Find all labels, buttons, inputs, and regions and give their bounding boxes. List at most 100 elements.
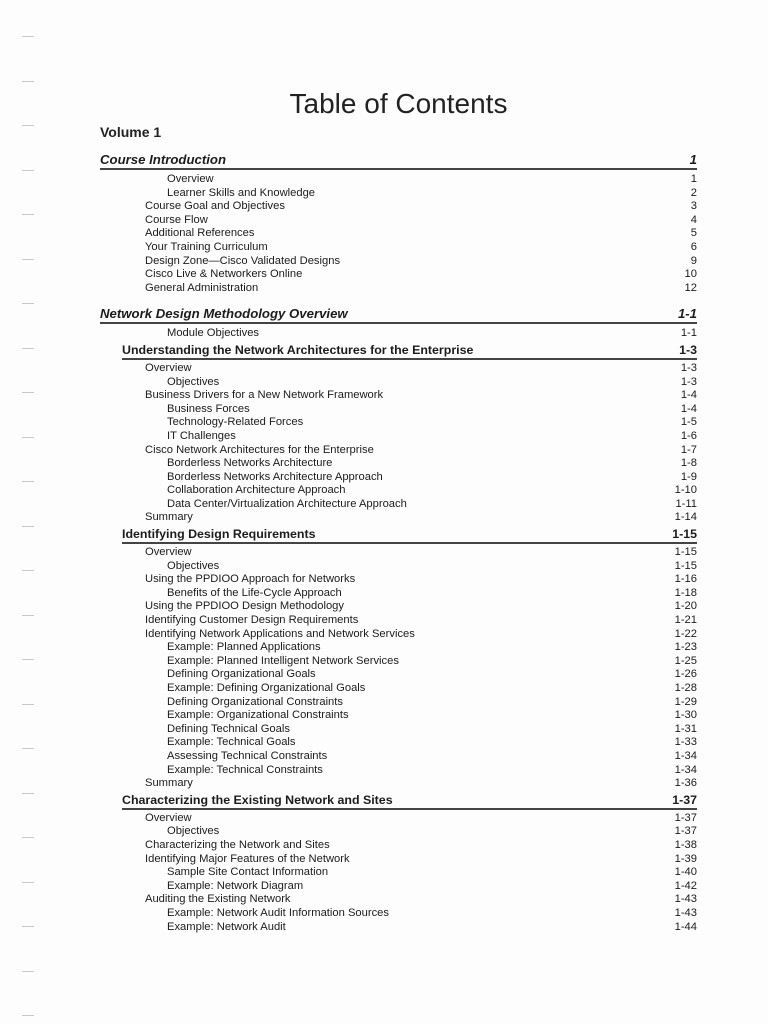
toc-entry-title: Learner Skills and Knowledge — [167, 186, 316, 199]
toc-lesson-heading[interactable]: Characterizing the Existing Network and … — [122, 793, 697, 810]
toc-entry-title: Course Goal and Objectives — [145, 200, 285, 213]
toc-page-number: 1-1 — [680, 327, 697, 340]
toc-page-number: 1-4 — [680, 402, 697, 415]
margin-mark — [22, 392, 34, 393]
toc-entry[interactable]: Characterizing the Network and Sites 1-38 — [100, 839, 697, 853]
margin-mark — [22, 481, 34, 482]
toc-entry[interactable]: Module Objectives 1-1 — [100, 327, 697, 341]
toc-lesson-heading[interactable]: Understanding the Network Architectures … — [122, 343, 697, 360]
margin-mark — [22, 36, 34, 37]
toc-entry[interactable]: Benefits of the Life-Cycle Approach 1-18 — [100, 587, 697, 601]
margin-mark — [22, 748, 34, 749]
toc-entry[interactable]: General Administration 12 — [100, 282, 697, 296]
margin-mark — [22, 970, 34, 972]
toc-entry[interactable]: Assessing Technical Constraints 1-34 — [100, 750, 697, 764]
toc-entry-title: Data Center/Virtualization Architecture … — [167, 497, 407, 510]
toc-entry-title: Auditing the Existing Network — [145, 893, 291, 906]
toc-page-number: 1-3 — [679, 342, 697, 357]
toc-entry[interactable]: Business Drivers for a New Network Frame… — [100, 389, 697, 403]
toc-entry-title: Module Objectives — [167, 327, 260, 340]
toc-page-number: 1-6 — [680, 429, 697, 442]
toc-entry[interactable]: Example: Technical Constraints 1-34 — [100, 764, 697, 778]
toc-page-number: 1-15 — [672, 527, 697, 542]
toc-entry[interactable]: Additional References 5 — [100, 227, 697, 241]
toc-entry[interactable]: Using the PPDIOO Design Methodology 1-20 — [100, 600, 697, 614]
toc-entry-title: Example: Planned Applications — [167, 641, 321, 654]
toc-entry[interactable]: Sample Site Contact Information 1-40 — [100, 866, 697, 880]
margin-mark — [22, 570, 34, 571]
toc-entry[interactable]: Objectives 1-3 — [100, 376, 697, 390]
toc-entry[interactable]: Objectives 1-37 — [100, 825, 697, 839]
toc-entry[interactable]: Example: Network Diagram 1-42 — [100, 880, 697, 894]
toc-page-number: 1-37 — [672, 792, 697, 807]
toc-entry[interactable]: Objectives 1-15 — [100, 560, 697, 574]
toc-entry-title: Borderless Networks Architecture — [167, 457, 333, 470]
binder-margin-marks — [0, 0, 40, 1024]
toc-entry-title: Example: Technical Goals — [167, 736, 296, 749]
toc-entry-title: Defining Organizational Goals — [167, 668, 316, 681]
toc-entry[interactable]: Borderless Networks Architecture 1-8 — [100, 457, 697, 471]
toc-page-number: 1-11 — [675, 497, 697, 510]
toc-entry[interactable]: Example: Organizational Constraints 1-30 — [100, 709, 697, 723]
toc-entry[interactable]: Summary 1-14 — [100, 511, 697, 525]
toc-entry[interactable]: Example: Network Audit 1-44 — [100, 921, 697, 935]
toc-entry[interactable]: Overview 1-15 — [100, 546, 697, 560]
toc-entry[interactable]: Example: Technical Goals 1-33 — [100, 736, 697, 750]
margin-mark — [22, 169, 34, 171]
toc-entry-title: Identifying Network Applications and Net… — [145, 627, 415, 640]
toc-entry[interactable]: Identifying Customer Design Requirements… — [100, 614, 697, 628]
toc-entry[interactable]: Using the PPDIOO Approach for Networks 1-… — [100, 573, 697, 587]
toc-entry-title: Borderless Networks Architecture Approac… — [167, 470, 383, 483]
margin-mark — [22, 347, 34, 349]
toc-entry-title: Cisco Network Architectures for the Ente… — [145, 443, 374, 456]
toc-entry[interactable]: Course Flow 4 — [100, 214, 697, 228]
toc-entry[interactable]: Technology-Related Forces 1-5 — [100, 416, 697, 430]
toc-entry[interactable]: Overview 1-37 — [100, 812, 697, 826]
toc-entry[interactable]: Example: Planned Applications 1-23 — [100, 641, 697, 655]
toc-entry[interactable]: Overview 1-3 — [100, 362, 697, 376]
toc-page-number: 1-16 — [674, 573, 697, 586]
toc-list: Course Introduction 1 Overview 1 Learner Ski… — [100, 147, 697, 934]
toc-entry[interactable]: Overview 1 — [100, 173, 697, 187]
toc-entry[interactable]: Example: Planned Intelligent Network Ser… — [100, 655, 697, 669]
toc-entry[interactable]: Business Forces 1-4 — [100, 403, 697, 417]
toc-page-number: 1-43 — [674, 906, 697, 919]
toc-entry[interactable]: Summary 1-36 — [100, 777, 697, 791]
toc-page-number: 1 — [690, 173, 697, 185]
toc-entry[interactable]: Cisco Live & Networkers Online 10 — [100, 268, 697, 282]
toc-entry[interactable]: Collaboration Architecture Approach 1-10 — [100, 484, 697, 498]
margin-mark — [22, 703, 34, 705]
margin-mark — [22, 525, 34, 527]
toc-page-number: 1-29 — [674, 695, 697, 708]
toc-entry[interactable]: IT Challenges 1-6 — [100, 430, 697, 444]
toc-entry[interactable]: Example: Network Audit Information Sourc… — [100, 907, 697, 921]
toc-module-heading[interactable]: Course Introduction 1 — [100, 151, 697, 170]
toc-entry[interactable]: Example: Defining Organizational Goals 1-… — [100, 682, 697, 696]
toc-entry[interactable]: Defining Organizational Goals 1-26 — [100, 668, 697, 682]
toc-entry[interactable]: Defining Organizational Constraints 1-29 — [100, 696, 697, 710]
toc-entry[interactable]: Data Center/Virtualization Architecture … — [100, 498, 697, 512]
toc-page-number: 1-3 — [680, 375, 697, 388]
toc-entry-title: Identifying Customer Design Requirements — [145, 614, 359, 627]
toc-entry[interactable]: Design Zone—Cisco Validated Designs 9 — [100, 255, 697, 269]
toc-entry[interactable]: Auditing the Existing Network 1-43 — [100, 893, 697, 907]
toc-page-number: 1-36 — [674, 777, 697, 790]
toc-entry[interactable]: Your Training Curriculum 6 — [100, 241, 697, 255]
toc-page-number: 1-20 — [674, 600, 697, 613]
toc-module-heading[interactable]: Network Design Methodology Overview 1-1 — [100, 305, 697, 325]
toc-entry[interactable]: Identifying Network Applications and Net… — [100, 628, 697, 642]
toc-lesson-heading[interactable]: Identifying Design Requirements 1-15 — [122, 527, 697, 545]
toc-entry-title: Using the PPDIOO Approach for Networks — [145, 573, 356, 586]
margin-mark — [22, 1015, 34, 1016]
toc-entry[interactable]: Course Goal and Objectives 3 — [100, 200, 697, 214]
toc-entry[interactable]: Identifying Major Features of the Networ… — [100, 853, 697, 867]
toc-entry-title: Overview — [145, 811, 192, 824]
toc-entry[interactable]: Defining Technical Goals 1-31 — [100, 723, 697, 737]
toc-page-number: 1-37 — [674, 825, 697, 838]
toc-entry[interactable]: Learner Skills and Knowledge 2 — [100, 187, 697, 201]
toc-entry[interactable]: Cisco Network Architectures for the Ente… — [100, 444, 697, 458]
toc-page-number: 1 — [689, 152, 697, 167]
toc-page-number: 1-26 — [674, 668, 697, 681]
toc-entry[interactable]: Borderless Networks Architecture Approac… — [100, 471, 697, 485]
